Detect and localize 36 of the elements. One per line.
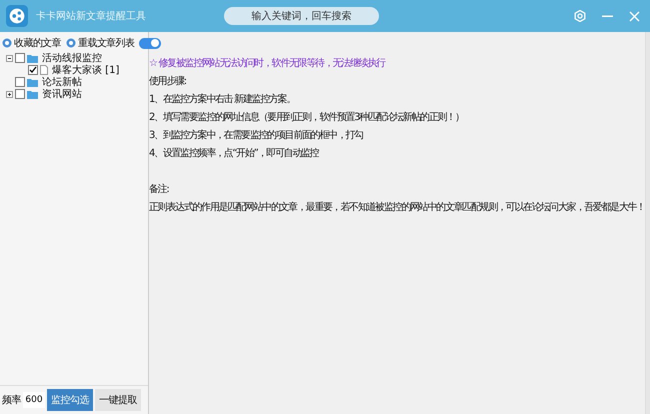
- collapse-icon[interactable]: [6, 54, 13, 62]
- instruction-text: 1、在监控方案中右击 新建监控方案。: [149, 94, 296, 105]
- close-icon[interactable]: [629, 10, 640, 22]
- settings-icon[interactable]: [574, 10, 586, 22]
- minimize-icon[interactable]: [602, 14, 613, 18]
- sidebar-link[interactable]: 收藏的文章: [14, 36, 62, 50]
- frequency-label: 频率: [2, 394, 21, 407]
- checkbox[interactable]: [15, 77, 25, 87]
- instruction-text: 4、设置监控频率，点“开始”，即可自动监控: [149, 148, 320, 159]
- action-button[interactable]: 一键提取: [95, 389, 141, 411]
- instruction-text: 3、到监控方案中，在需要监控的项目前面的框中，打勾: [149, 130, 364, 141]
- sidebar-link[interactable]: 重载文章列表: [78, 36, 134, 50]
- instruction-text: 使用步骤:: [149, 76, 187, 87]
- notice-text: ☆ 修复被监控网站无法访问时，软件无限等待，无法继续执行: [149, 58, 386, 69]
- tree-item[interactable]: 爆客大家谈 [1]: [52, 63, 120, 77]
- expand-icon[interactable]: [6, 90, 13, 98]
- tree-item[interactable]: 论坛新帖: [42, 75, 82, 89]
- frequency-field[interactable]: 600: [23, 392, 45, 408]
- window-title: 卡卡网站新文章提醒工具: [36, 10, 146, 23]
- instruction-text: 备注:: [149, 184, 170, 195]
- folder-icon: [27, 54, 38, 62]
- share-logo-icon: [6, 5, 28, 27]
- search-field[interactable]: 输入关键词，回车搜索: [224, 7, 379, 25]
- instruction-text: 2、填写需要监控的网址信息（要用到正则，软件预置3种匹配论坛新帖的正则！）: [149, 112, 465, 123]
- folder-icon: [27, 78, 38, 86]
- document-icon: [40, 65, 48, 75]
- checkbox[interactable]: [15, 89, 25, 99]
- tree-item[interactable]: 活动线报监控: [42, 51, 102, 65]
- toggle-switch[interactable]: [139, 38, 162, 48]
- instruction-text: 正则表达式的作用是匹配网站中的文章，最重要，若不知道被监控的网站中的文章匹配规则，可以在论坛问大家，吾爱都是大牛！: [149, 202, 645, 213]
- circle-icon: [66, 38, 76, 48]
- action-button[interactable]: 监控勾选: [47, 389, 93, 411]
- folder-icon: [27, 90, 38, 98]
- checkbox[interactable]: [15, 53, 25, 63]
- tree-item[interactable]: 资讯网站: [42, 87, 82, 101]
- checkbox[interactable]: [28, 65, 38, 75]
